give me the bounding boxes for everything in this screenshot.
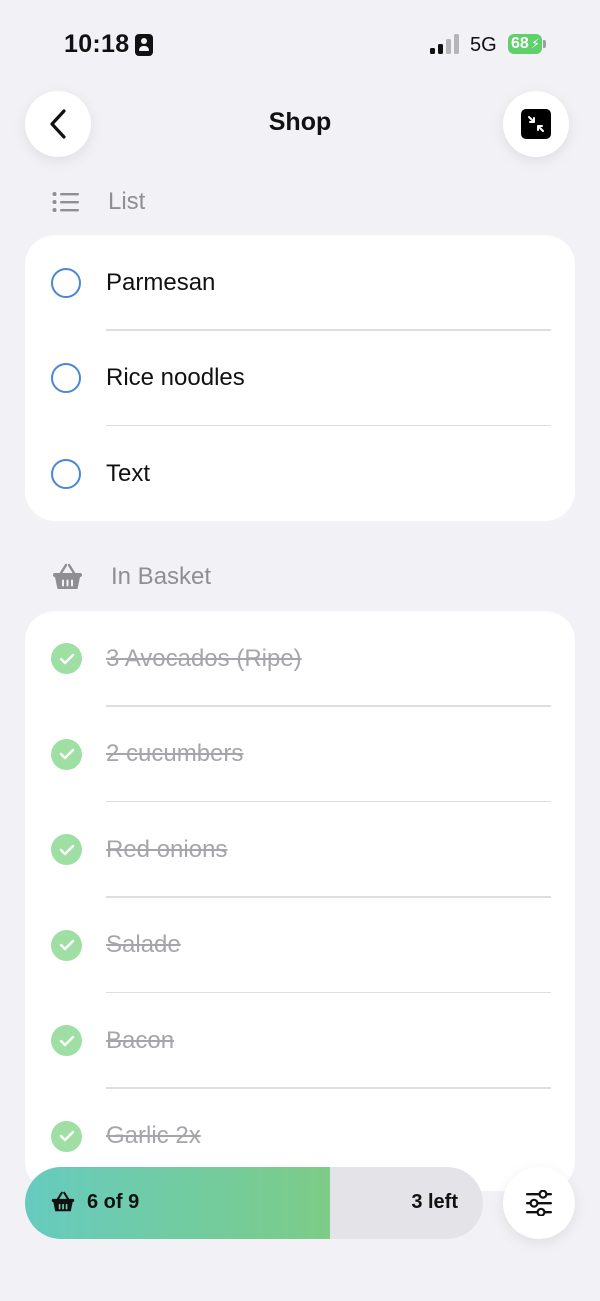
- basket-item-label: Salade: [106, 931, 181, 959]
- basket-item-label: 2 cucumbers: [106, 740, 244, 768]
- basket-item[interactable]: Red onions: [25, 802, 575, 898]
- checkmark-icon[interactable]: [51, 643, 82, 675]
- basket-item-label: Garlic 2x: [106, 1122, 201, 1150]
- basket-item-label: 3 Avocados (Ripe): [106, 644, 302, 672]
- progress-count: 6 of 9: [87, 1191, 140, 1213]
- unchecked-circle-icon[interactable]: [51, 458, 81, 489]
- basket-icon: [53, 563, 82, 589]
- collapse-arrows-icon: [521, 109, 551, 139]
- contact-card-icon: [135, 34, 153, 56]
- basket-item[interactable]: 2 cucumbers: [25, 707, 575, 802]
- basket-item-label: Bacon: [106, 1026, 175, 1054]
- list-item-label: Parmesan: [106, 268, 216, 296]
- network-type: 5G: [470, 34, 497, 56]
- checkmark-icon[interactable]: [51, 1025, 82, 1057]
- signal-strength-icon: [430, 34, 460, 54]
- list-section-header: List: [52, 188, 145, 216]
- basket-section-title: In Basket: [111, 563, 212, 590]
- list-section-title: List: [108, 188, 146, 215]
- basket-progress-bar[interactable]: 6 of 9 3 left: [25, 1167, 483, 1239]
- list-item-label: Rice noodles: [106, 364, 245, 392]
- list-item[interactable]: Text: [25, 426, 575, 521]
- basket-section-header: In Basket: [52, 563, 211, 591]
- battery-tip: [543, 40, 546, 48]
- charging-bolt-icon: ⚡: [530, 36, 540, 51]
- unchecked-circle-icon[interactable]: [51, 363, 81, 394]
- checkmark-icon[interactable]: [51, 834, 82, 866]
- basket-item[interactable]: Salade: [25, 898, 575, 993]
- status-time: 10:18: [64, 30, 130, 58]
- list-item[interactable]: Rice noodles: [25, 331, 575, 426]
- basket-icon: [51, 1191, 75, 1212]
- sliders-icon: [526, 1190, 552, 1216]
- battery-icon: 68 ⚡: [508, 34, 542, 54]
- list-item-label: Text: [106, 459, 151, 487]
- shopping-list-card: Parmesan Rice noodles Text: [25, 235, 575, 521]
- basket-item[interactable]: Bacon: [25, 993, 575, 1089]
- unchecked-circle-icon[interactable]: [51, 267, 81, 298]
- checkmark-icon[interactable]: [51, 738, 82, 770]
- list-item[interactable]: Parmesan: [25, 235, 575, 331]
- basket-item[interactable]: 3 Avocados (Ripe): [25, 611, 575, 707]
- remaining-count: 3 left: [411, 1191, 458, 1213]
- list-icon: [52, 192, 79, 212]
- checkmark-icon[interactable]: [51, 929, 82, 961]
- collapse-button[interactable]: [503, 91, 569, 157]
- basket-card: 3 Avocados (Ripe) 2 cucumbers Red onions…: [25, 611, 575, 1191]
- basket-item-label: Red onions: [106, 835, 228, 863]
- battery-level: 68: [511, 35, 529, 52]
- checkmark-icon[interactable]: [51, 1120, 82, 1152]
- filter-button[interactable]: [503, 1167, 575, 1239]
- status-bar: 10:18 5G 68 ⚡: [0, 0, 600, 90]
